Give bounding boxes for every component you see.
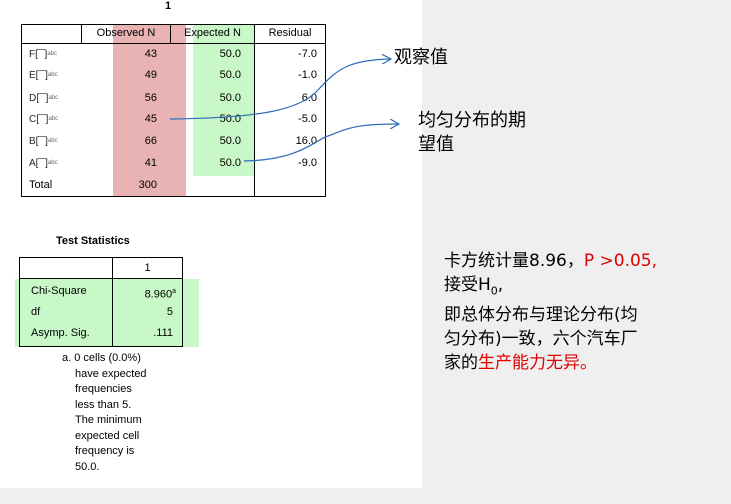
observed-annotation: 观察值	[394, 47, 448, 68]
expected-arrow	[243, 124, 398, 162]
observed-arrow	[169, 59, 390, 120]
expected-annotation: 均匀分布的期 望值	[418, 110, 526, 155]
conclusion-text: 卡方统计量8.96，P >0.05, 接受H0, 即总体分布与理论分布(均 匀分…	[444, 251, 658, 374]
